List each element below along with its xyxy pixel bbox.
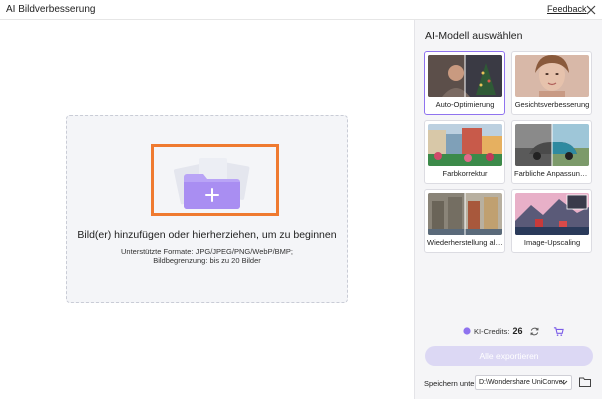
model-card-auto-optimize[interactable]: Auto-Optimierung: [424, 51, 505, 115]
save-path-value: D:\Wondershare UniConver: [479, 379, 565, 386]
main-area: Bild(er) hinzufügen oder hierherziehen, …: [0, 20, 414, 399]
credits-coin-icon: [463, 327, 471, 335]
image-drop-zone[interactable]: Bild(er) hinzufügen oder hierherziehen, …: [66, 115, 348, 303]
model-label: Gesichtsverbesserung: [514, 100, 590, 109]
export-all-button[interactable]: Alle exportieren: [425, 346, 593, 366]
feedback-link[interactable]: Feedback: [547, 4, 587, 14]
face-enhance-thumbnail: [515, 55, 589, 97]
credits-value: 26: [512, 326, 523, 336]
model-label: Farbkorrektur: [442, 169, 488, 178]
upscaling-thumbnail: [515, 193, 589, 235]
auto-optimize-thumbnail: [428, 55, 502, 97]
old-photo-restore-thumbnail: [428, 193, 502, 235]
open-folder-icon[interactable]: [578, 375, 592, 389]
title-bar: AI Bildverbesserung Feedback: [0, 0, 602, 20]
model-card-old-photo-restore[interactable]: Wiederherstellung alt...: [424, 189, 505, 253]
drop-requirements: Unterstützte Formate: JPG/JPEG/PNG/WebP/…: [67, 247, 347, 265]
credits-label: KI-Credits:: [474, 326, 510, 336]
model-label: Image-Upscaling: [523, 238, 581, 247]
colorize-thumbnail: [515, 124, 589, 166]
close-icon[interactable]: [584, 3, 598, 17]
window-title: AI Bildverbesserung: [6, 4, 96, 15]
cart-icon[interactable]: [553, 326, 565, 337]
model-label: Wiederherstellung alt...: [427, 238, 503, 247]
supported-formats: Unterstützte Formate: JPG/JPEG/PNG/WebP/…: [121, 247, 293, 256]
drop-instruction: Bild(er) hinzufügen oder hierherziehen, …: [77, 229, 337, 241]
ai-credits: KI-Credits: 26: [463, 325, 565, 337]
model-label: Auto-Optimierung: [435, 100, 495, 109]
image-limit: Bildbegrenzung: bis zu 20 Bilder: [153, 256, 261, 265]
model-card-color-correction[interactable]: Farbkorrektur: [424, 120, 505, 184]
model-label: Farbliche Anpassung ...: [514, 169, 590, 178]
model-card-upscaling[interactable]: Image-Upscaling: [511, 189, 592, 253]
sidebar-title: AI-Modell auswählen: [425, 30, 523, 42]
save-location-label: Speichern unter:: [424, 379, 480, 388]
model-card-colorize[interactable]: Farbliche Anpassung ...: [511, 120, 592, 184]
model-sidebar: AI-Modell auswählen Auto-Optimierung Ges…: [414, 20, 602, 399]
chevron-down-icon: [560, 380, 568, 385]
save-path-dropdown[interactable]: D:\Wondershare UniConver: [475, 375, 572, 390]
color-correction-thumbnail: [428, 124, 502, 166]
refresh-icon[interactable]: [529, 326, 540, 337]
add-folder-icon[interactable]: [167, 152, 257, 214]
model-card-face-enhance[interactable]: Gesichtsverbesserung: [511, 51, 592, 115]
